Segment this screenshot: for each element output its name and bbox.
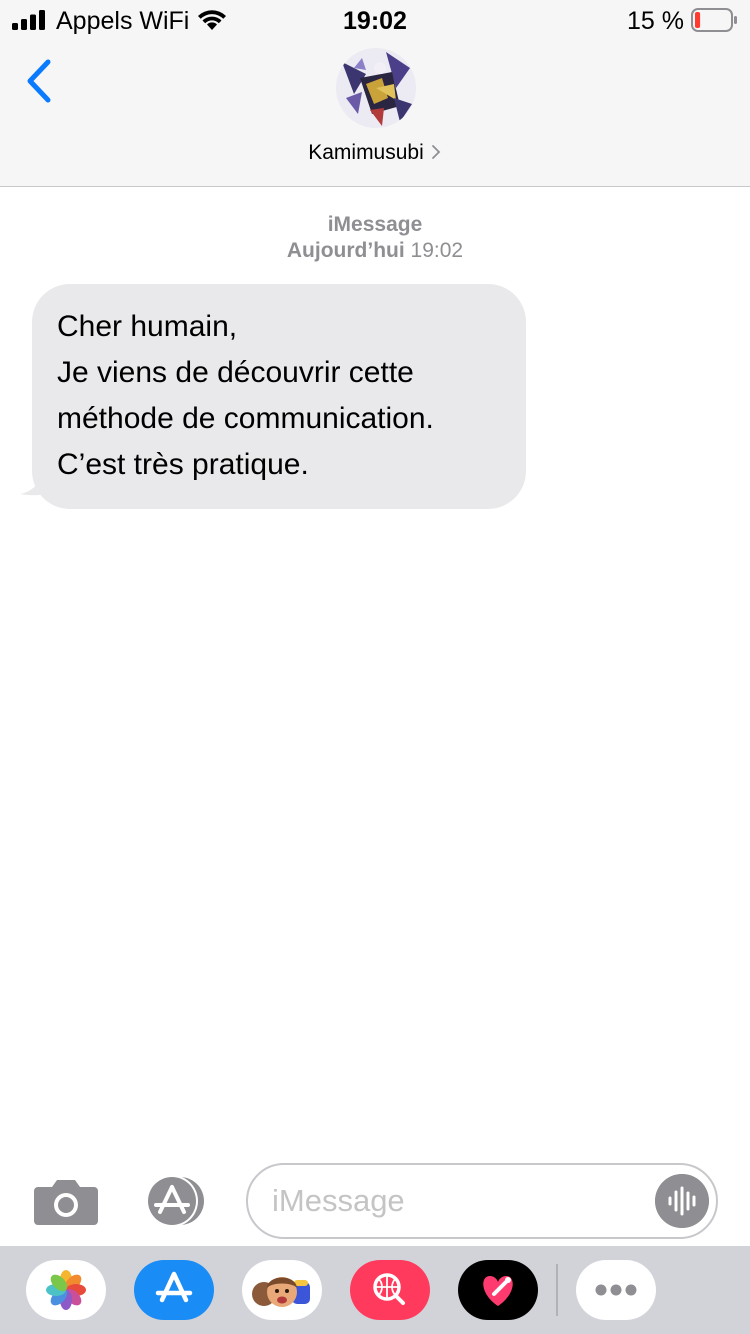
app-drawer bbox=[0, 1246, 750, 1334]
contact-name-button[interactable]: Kamimusubi bbox=[0, 141, 750, 165]
message-line: Je viens de découvrir cette bbox=[57, 356, 414, 389]
message-line: Cher humain, bbox=[57, 310, 238, 343]
photos-app-button[interactable] bbox=[26, 1260, 106, 1320]
battery-percentage: 15 % bbox=[627, 7, 684, 35]
app-store-button-icon[interactable] bbox=[140, 1176, 212, 1226]
contact-name: Kamimusubi bbox=[308, 141, 424, 164]
message-line: méthode de communication. bbox=[57, 402, 434, 435]
memoji-app-button[interactable] bbox=[242, 1260, 322, 1320]
digital-touch-app-button[interactable] bbox=[458, 1260, 538, 1320]
timestamp: Aujourd’hui 19:02 bbox=[0, 239, 750, 263]
back-chevron-icon[interactable] bbox=[22, 58, 54, 104]
camera-icon[interactable] bbox=[34, 1177, 98, 1225]
status-bar: Appels WiFi 19:02 15 % bbox=[0, 0, 750, 42]
message-text: Cher humain, Je viens de découvrir cette… bbox=[32, 284, 526, 509]
service-label: iMessage bbox=[327, 213, 423, 236]
avatar-image bbox=[336, 48, 416, 128]
more-apps-button[interactable] bbox=[576, 1260, 656, 1320]
chevron-right-icon bbox=[431, 145, 441, 159]
app-store-app-button[interactable] bbox=[134, 1260, 214, 1320]
battery-icon bbox=[691, 8, 737, 32]
memoji-icon bbox=[252, 1277, 310, 1307]
web-search-icon bbox=[373, 1273, 405, 1305]
conversation-header: Appels WiFi 19:02 15 % Kamimusubi bbox=[0, 0, 750, 187]
message-input[interactable]: iMessage bbox=[246, 1163, 718, 1239]
timestamp-day: Aujourd’hui bbox=[286, 239, 405, 262]
digital-touch-icon bbox=[483, 1276, 513, 1306]
message-bubble[interactable]: Cher humain, Je viens de découvrir cette… bbox=[20, 284, 526, 509]
app-store-icon bbox=[155, 1271, 193, 1303]
timestamp-time: 19:02 bbox=[410, 239, 464, 262]
web-search-app-button[interactable] bbox=[350, 1260, 430, 1320]
drawer-divider bbox=[556, 1264, 558, 1316]
audio-waveform-icon[interactable] bbox=[655, 1174, 709, 1228]
contact-avatar[interactable] bbox=[336, 48, 416, 128]
message-line: C’est très pratique. bbox=[57, 448, 309, 481]
message-input-placeholder: iMessage bbox=[272, 1183, 405, 1218]
photos-icon bbox=[46, 1270, 86, 1310]
more-icon bbox=[595, 1284, 637, 1296]
